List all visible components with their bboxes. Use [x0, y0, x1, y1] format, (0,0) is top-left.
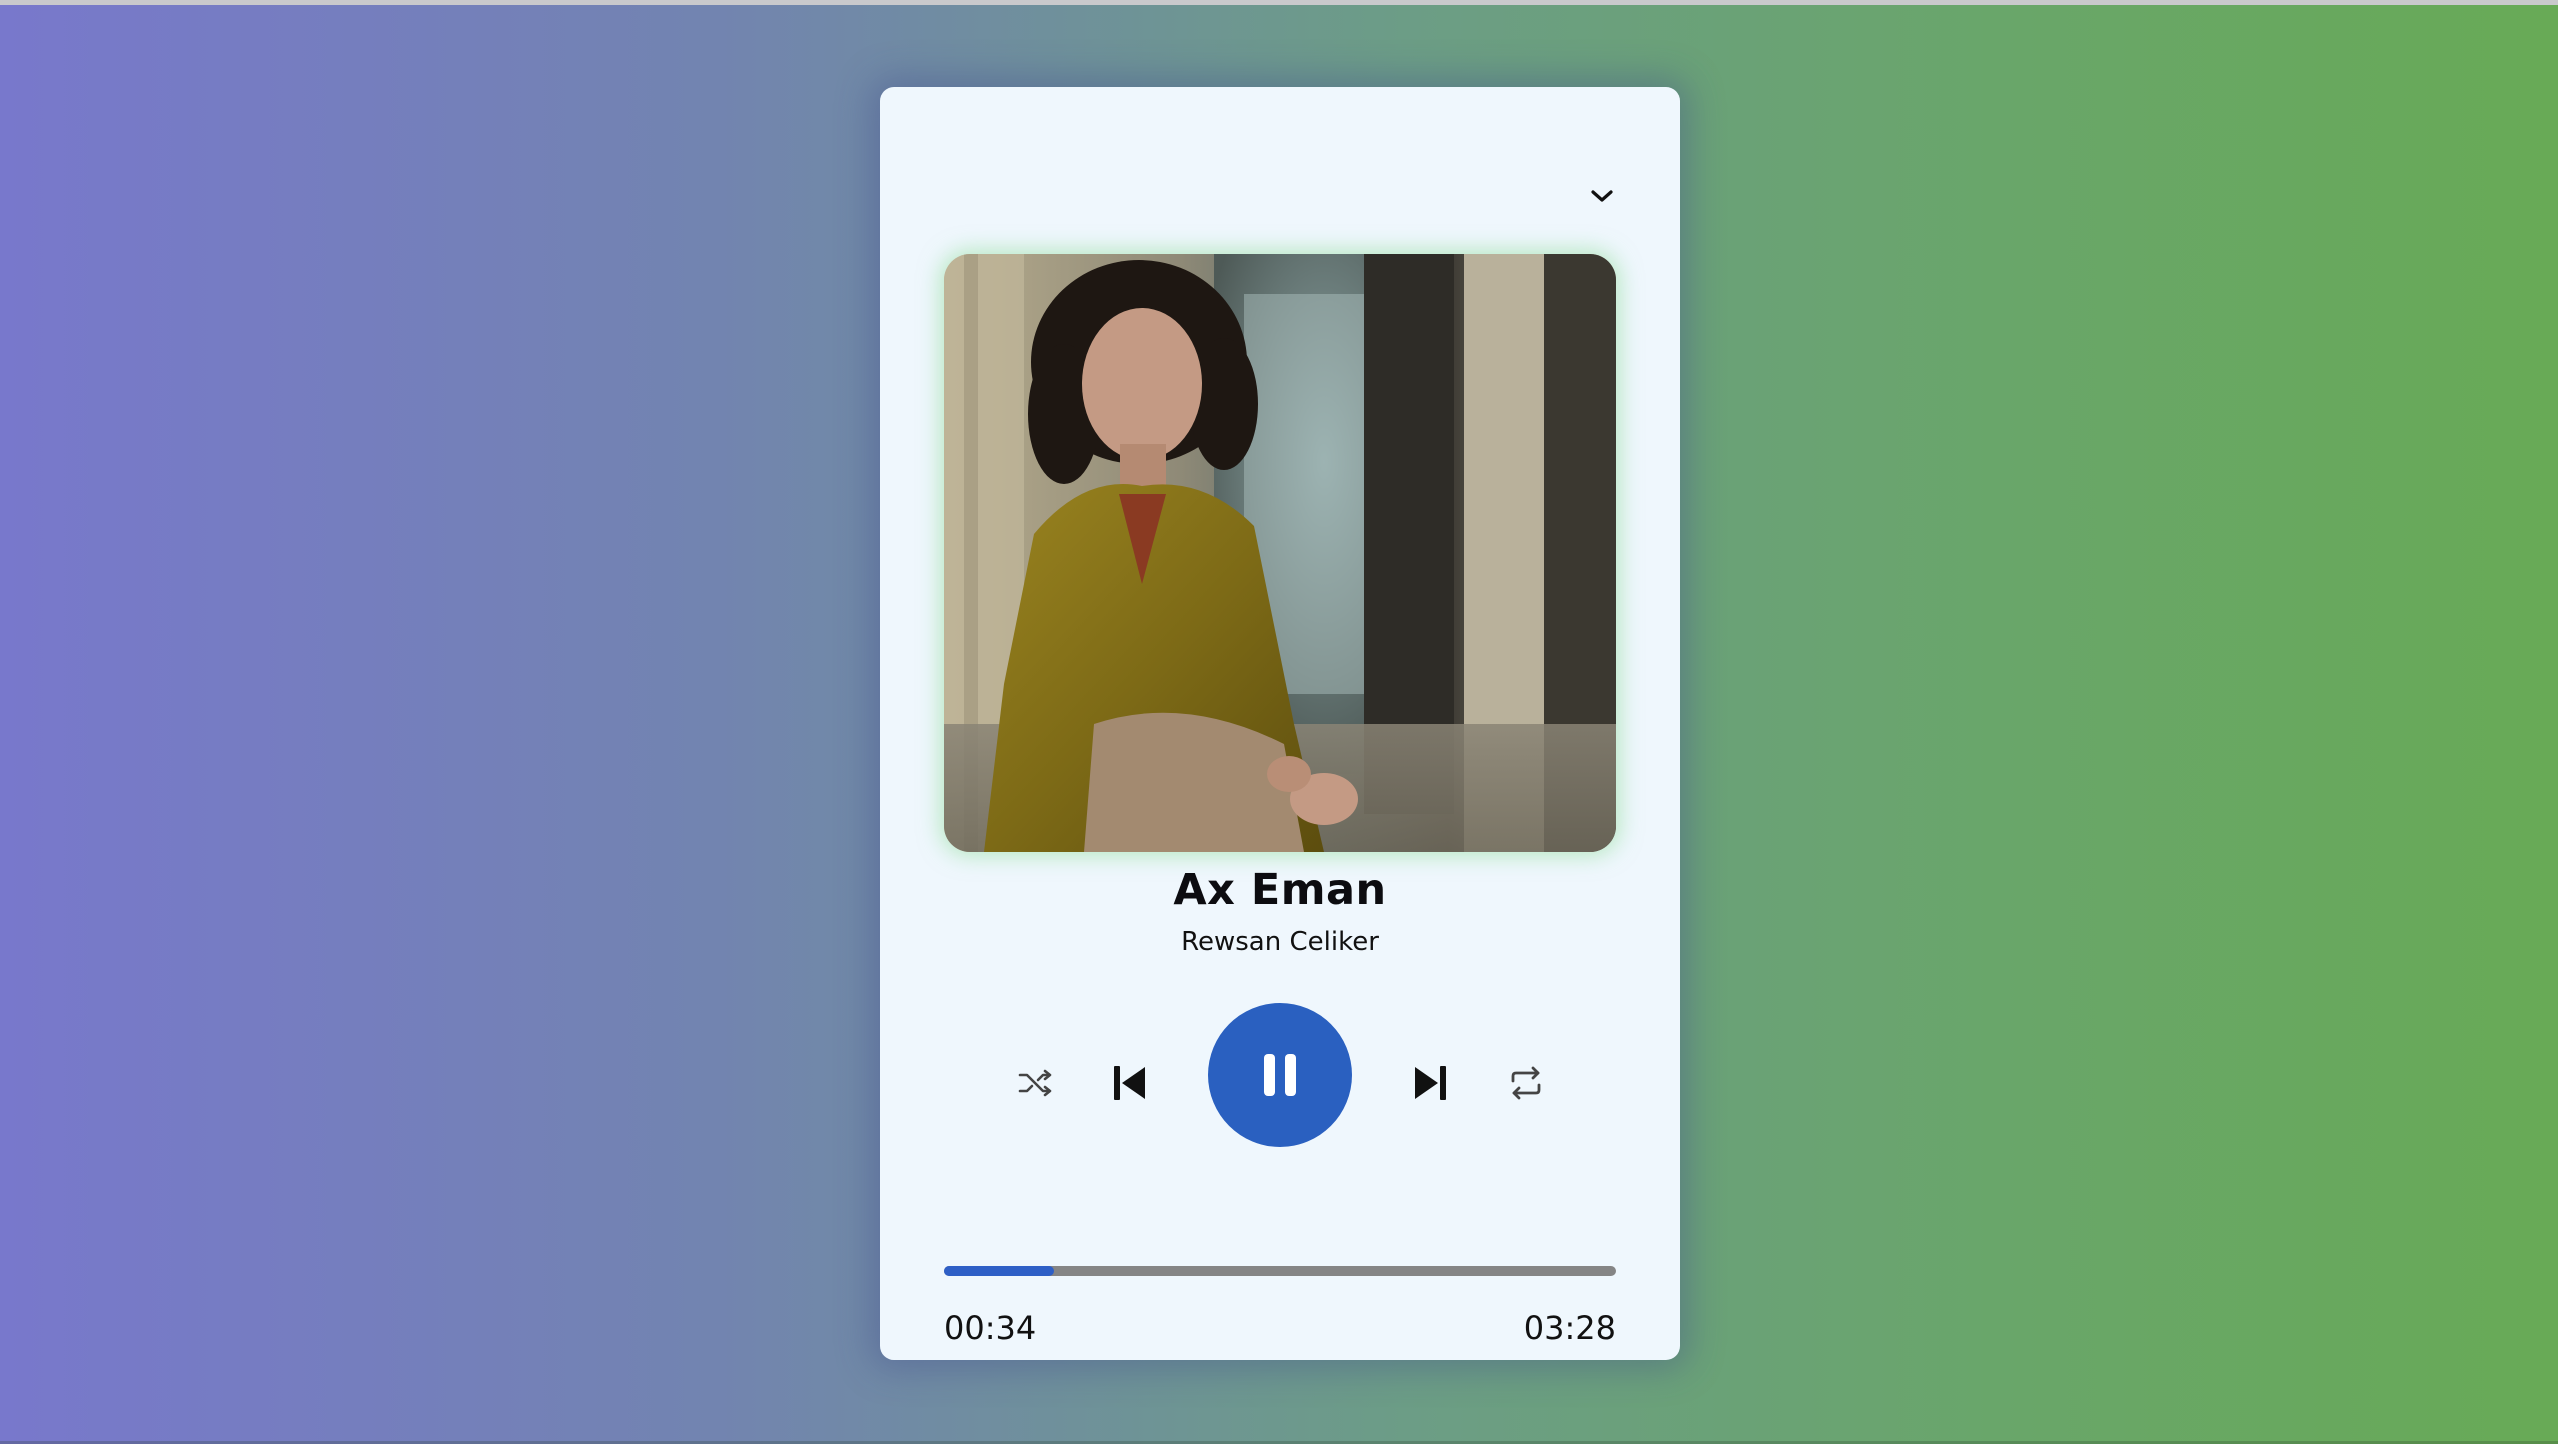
repeat-button[interactable]: [1496, 1053, 1556, 1113]
album-cover: [944, 254, 1616, 852]
skip-next-icon: [1415, 1066, 1446, 1100]
dropdown-button[interactable]: [1582, 179, 1622, 213]
shuffle-icon: [1018, 1069, 1052, 1097]
music-player-card: Ax Eman Rewsan Celiker 00:34 03:28: [880, 87, 1680, 1360]
browser-top-edge: [0, 0, 2558, 5]
shuffle-button[interactable]: [1006, 1053, 1066, 1113]
pause-icon: [1264, 1054, 1296, 1096]
repeat-icon: [1511, 1066, 1541, 1100]
chevron-down-icon: [1591, 190, 1613, 202]
album-cover-image: [944, 254, 1616, 852]
progress-fill: [944, 1266, 1054, 1276]
next-button[interactable]: [1398, 1051, 1462, 1115]
progress-bar[interactable]: [944, 1266, 1616, 1276]
artist-name: Rewsan Celiker: [1181, 927, 1379, 957]
current-time: 00:34: [944, 1309, 1037, 1347]
skip-previous-icon: [1114, 1066, 1145, 1100]
previous-button[interactable]: [1098, 1051, 1162, 1115]
total-time: 03:28: [1523, 1309, 1616, 1347]
pause-button[interactable]: [1208, 1003, 1352, 1147]
song-title: Ax Eman: [1173, 865, 1387, 915]
